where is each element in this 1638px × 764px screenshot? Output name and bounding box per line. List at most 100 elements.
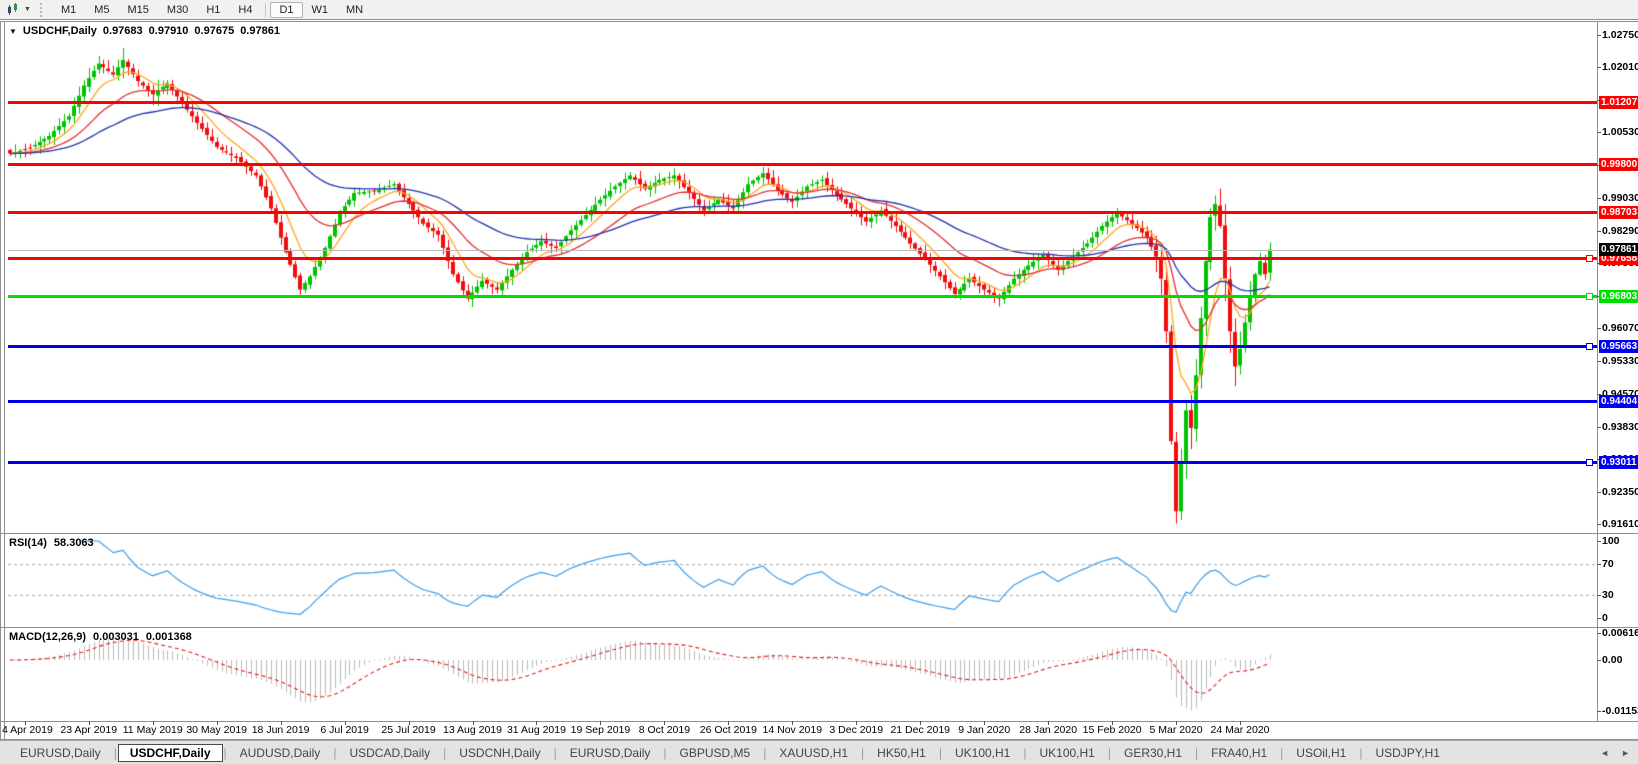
ohlc-low-value: 0.97675 xyxy=(194,25,234,37)
rsi-tick-100: 100 xyxy=(1602,536,1620,547)
chart-tab-eurusd-daily[interactable]: EURUSD,Daily xyxy=(8,744,113,762)
chart-left-border-inner xyxy=(4,21,5,739)
price-tick-dash xyxy=(1597,35,1601,36)
level-line-0.94404[interactable] xyxy=(8,400,1597,403)
price-tick-0.92350: 0.92350 xyxy=(1602,487,1638,498)
current-price-badge: 0.97861 xyxy=(1599,243,1638,256)
date-label-10: 8 Oct 2019 xyxy=(630,724,698,736)
date-label-17: 15 Feb 2020 xyxy=(1078,724,1146,736)
chart-tab-usdcad-daily[interactable]: USDCAD,Daily xyxy=(337,744,442,762)
rsi-pane-separator[interactable] xyxy=(0,533,1638,534)
ohlc-high-value: 0.97910 xyxy=(149,25,189,37)
rsi-tick-70: 70 xyxy=(1602,559,1614,570)
price-tick-0.93830: 0.93830 xyxy=(1602,422,1638,433)
date-label-4: 18 Jun 2019 xyxy=(247,724,315,736)
macd-indicator-label: MACD(12,26,9) 0.003031 0.001368 xyxy=(9,631,192,643)
price-axis-border xyxy=(1597,21,1598,722)
date-label-12: 14 Nov 2019 xyxy=(758,724,826,736)
price-badge-0.96803: 0.96803 xyxy=(1599,290,1638,303)
chart-tab-usdcnh-daily[interactable]: USDCNH,Daily xyxy=(447,744,552,762)
date-label-2: 11 May 2019 xyxy=(119,724,187,736)
tab-separator: | xyxy=(1195,746,1198,760)
chart-tab-uk100-h1[interactable]: UK100,H1 xyxy=(1027,744,1106,762)
chart-tab-fra40-h1[interactable]: FRA40,H1 xyxy=(1199,744,1279,762)
level-line-0.95663[interactable] xyxy=(8,345,1597,348)
price-chart-canvas[interactable] xyxy=(0,21,1638,740)
tab-separator: | xyxy=(1108,746,1111,760)
chart-tab-usdjpy-h1[interactable]: USDJPY,H1 xyxy=(1363,744,1451,762)
chart-tab-hk50-h1[interactable]: HK50,H1 xyxy=(865,744,938,762)
tab-separator: | xyxy=(1359,746,1362,760)
collapse-chart-icon[interactable]: ▼ xyxy=(9,27,17,36)
price-badge-0.93011: 0.93011 xyxy=(1599,456,1638,469)
chart-top-border xyxy=(0,21,1638,22)
macd-tick-0.006167: 0.006167 xyxy=(1602,628,1638,639)
rsi-tick-30: 30 xyxy=(1602,590,1614,601)
date-label-18: 5 Mar 2020 xyxy=(1142,724,1210,736)
chart-window: ▼ USDCHF,Daily 0.97683 0.97910 0.97675 0… xyxy=(0,21,1638,740)
timeframe-button-m15[interactable]: M15 xyxy=(119,2,158,18)
price-tick-dash xyxy=(1597,328,1601,329)
price-tick-dash xyxy=(1597,361,1601,362)
level-line-0.97658[interactable] xyxy=(8,257,1597,260)
price-badge-0.99800: 0.99800 xyxy=(1599,158,1638,171)
date-label-5: 6 Jul 2019 xyxy=(311,724,379,736)
level-line-0.98703[interactable] xyxy=(8,211,1597,214)
price-tick-dash xyxy=(1597,198,1601,199)
rsi-tick-dash xyxy=(1597,595,1601,596)
price-badge-0.94404: 0.94404 xyxy=(1599,395,1638,408)
macd-name: MACD(12,26,9) xyxy=(9,631,86,643)
price-tick-dash xyxy=(1597,524,1601,525)
date-label-6: 25 Jul 2019 xyxy=(375,724,443,736)
timeframe-button-h1[interactable]: H1 xyxy=(197,2,229,18)
date-label-11: 26 Oct 2019 xyxy=(694,724,762,736)
timeframe-button-d1[interactable]: D1 xyxy=(270,2,302,18)
chart-tab-audusd-daily[interactable]: AUDUSD,Daily xyxy=(228,744,333,762)
chart-tab-eurusd-daily[interactable]: EURUSD,Daily xyxy=(558,744,663,762)
date-label-19: 24 Mar 2020 xyxy=(1206,724,1274,736)
level-marker-0.96803[interactable] xyxy=(1586,293,1593,300)
price-tick-0.99030: 0.99030 xyxy=(1602,193,1638,204)
level-line-0.99800[interactable] xyxy=(8,163,1597,166)
rsi-tick-0: 0 xyxy=(1602,613,1608,624)
ohlc-open-value: 0.97683 xyxy=(103,25,143,37)
tab-separator: | xyxy=(554,746,557,760)
tab-scroll-right-icon[interactable]: ► xyxy=(1621,748,1630,758)
timeframe-button-w1[interactable]: W1 xyxy=(303,2,338,18)
chart-tab-ger30-h1[interactable]: GER30,H1 xyxy=(1112,744,1194,762)
price-tick-dash xyxy=(1597,231,1601,232)
level-line-0.96803[interactable] xyxy=(8,295,1597,298)
timeframe-button-m5[interactable]: M5 xyxy=(85,2,118,18)
chart-tab-xauusd-h1[interactable]: XAUUSD,H1 xyxy=(767,744,860,762)
chart-tab-usdchf-daily[interactable]: USDCHF,Daily xyxy=(118,744,223,762)
rsi-tick-dash xyxy=(1597,618,1601,619)
date-label-9: 19 Sep 2019 xyxy=(566,724,634,736)
tool-dropdown-arrow-icon[interactable]: ▼ xyxy=(24,6,31,13)
macd-pane-separator[interactable] xyxy=(0,627,1638,628)
current-price-line xyxy=(8,250,1597,251)
tab-scroll-left-icon[interactable]: ◄ xyxy=(1600,748,1609,758)
level-line-0.93011[interactable] xyxy=(8,461,1597,464)
level-marker-0.93011[interactable] xyxy=(1586,459,1593,466)
timeframe-button-h4[interactable]: H4 xyxy=(229,2,261,18)
price-tick-dash xyxy=(1597,67,1601,68)
level-marker-0.97658[interactable] xyxy=(1586,255,1593,262)
chart-tab-usoil-h1[interactable]: USOil,H1 xyxy=(1284,744,1358,762)
timeframe-button-mn[interactable]: MN xyxy=(337,2,372,18)
toolbar-grip[interactable] xyxy=(40,3,44,17)
timeframe-buttons: M1M5M15M30H1H4 D1W1MN xyxy=(52,2,372,18)
chart-tab-uk100-h1[interactable]: UK100,H1 xyxy=(943,744,1022,762)
ohlc-close-value: 0.97861 xyxy=(240,25,280,37)
candle-cursor-tool-icon[interactable] xyxy=(4,2,22,18)
timeframe-button-m1[interactable]: M1 xyxy=(52,2,85,18)
rsi-tick-dash xyxy=(1597,564,1601,565)
date-label-7: 13 Aug 2019 xyxy=(439,724,507,736)
chart-tab-gbpusd-m5[interactable]: GBPUSD,M5 xyxy=(668,744,763,762)
level-marker-0.95663[interactable] xyxy=(1586,343,1593,350)
tab-separator: | xyxy=(224,746,227,760)
timeframe-button-m30[interactable]: M30 xyxy=(158,2,197,18)
date-label-8: 31 Aug 2019 xyxy=(502,724,570,736)
price-tick-0.98290: 0.98290 xyxy=(1602,226,1638,237)
tab-separator: | xyxy=(333,746,336,760)
level-line-1.01207[interactable] xyxy=(8,101,1597,104)
